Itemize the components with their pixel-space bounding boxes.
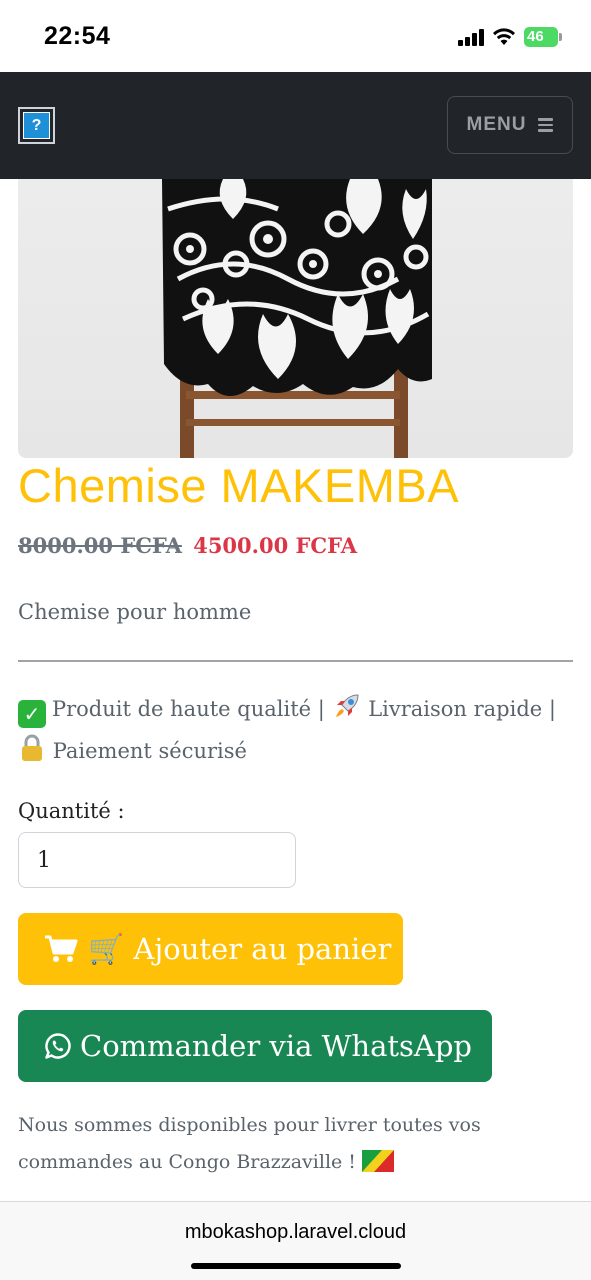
- divider: [18, 660, 573, 662]
- rocket-icon: [335, 694, 359, 717]
- add-to-cart-label: 🛒 Ajouter au panier: [88, 931, 392, 966]
- whatsapp-order-button[interactable]: Commander via WhatsApp: [18, 1010, 492, 1082]
- delivery-note-text: Nous sommes disponibles pour livrer tout…: [18, 1114, 481, 1173]
- url-text[interactable]: mbokashop.laravel.cloud: [0, 1221, 591, 1244]
- whatsapp-icon: [45, 1033, 71, 1059]
- home-indicator: [191, 1263, 401, 1269]
- product-features: ✓ Produit de haute qualité | Livraison ra…: [18, 688, 558, 772]
- old-price: 8000.00 FCFA: [18, 533, 182, 558]
- brand-logo[interactable]: ?: [18, 107, 55, 144]
- cart-icon: [45, 935, 78, 962]
- menu-button[interactable]: MENU: [447, 96, 573, 154]
- status-time: 22:54: [44, 22, 111, 50]
- status-bar: 22:54 46: [0, 0, 591, 72]
- delivery-note: Nous sommes disponibles pour livrer tout…: [18, 1107, 563, 1181]
- whatsapp-label: Commander via WhatsApp: [80, 1029, 472, 1063]
- add-to-cart-button[interactable]: 🛒 Ajouter au panier: [18, 913, 403, 985]
- lock-icon: [22, 734, 42, 761]
- battery-level: 46: [527, 28, 544, 45]
- product-description: Chemise pour homme: [18, 600, 252, 624]
- price-row: 8000.00 FCFA 4500.00 FCFA: [18, 533, 357, 558]
- check-mark-icon: ✓: [18, 700, 46, 728]
- broken-image-icon: ?: [23, 112, 50, 139]
- sale-price: 4500.00 FCFA: [193, 533, 358, 558]
- product-image[interactable]: [18, 179, 573, 458]
- quantity-label: Quantité :: [18, 799, 125, 823]
- congo-flag-icon: [361, 1150, 394, 1172]
- feature-delivery: Livraison rapide |: [368, 697, 556, 721]
- signal-icon: [458, 28, 484, 46]
- wifi-icon: [493, 28, 515, 45]
- feature-quality: Produit de haute qualité |: [52, 697, 325, 721]
- battery-charging-icon: 46: [524, 27, 562, 47]
- quantity-input[interactable]: [18, 832, 296, 888]
- feature-payment: Paiement sécurisé: [52, 739, 247, 763]
- menu-label: MENU: [466, 114, 527, 135]
- product-title: Chemise MAKEMBA: [18, 459, 460, 512]
- shirt-photo: [162, 179, 432, 458]
- hamburger-icon: [538, 118, 554, 132]
- browser-url-bar[interactable]: mbokashop.laravel.cloud: [0, 1201, 591, 1280]
- navbar: ? MENU: [0, 72, 591, 179]
